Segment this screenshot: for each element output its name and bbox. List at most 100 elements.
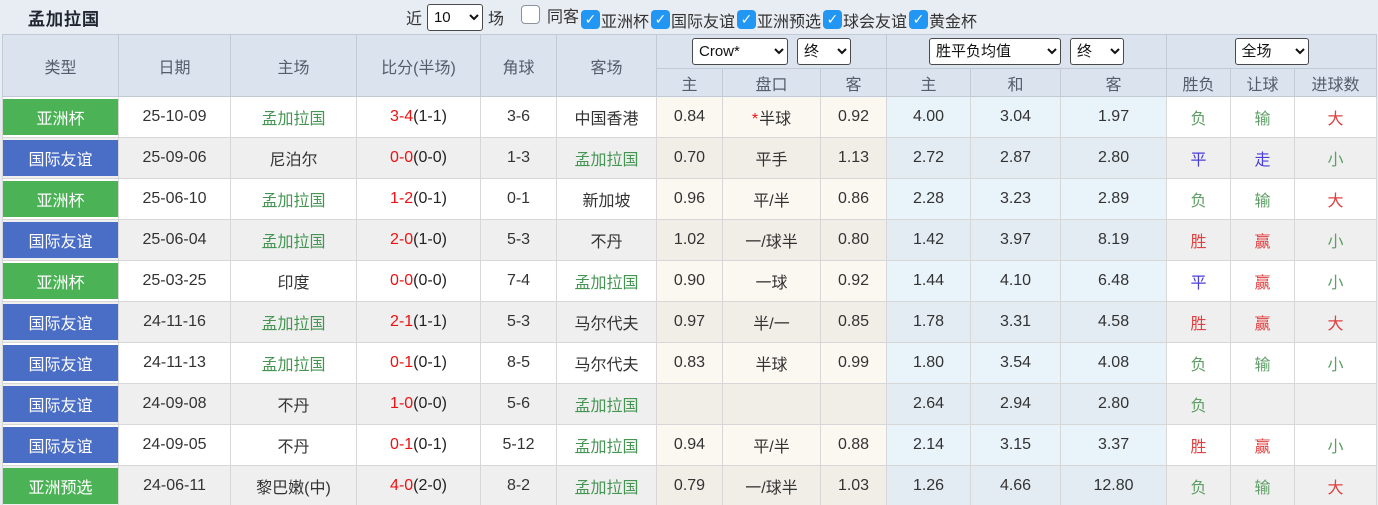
cell-corners: 8-5 — [480, 342, 557, 384]
cell-corners: 5-12 — [480, 424, 557, 466]
result-scope-select[interactable]: 全场 — [1234, 38, 1309, 65]
cell-euro-home: 4.00 — [886, 96, 972, 138]
cell-asian-away-odds: 0.85 — [819, 301, 888, 343]
cell-type: 亚洲杯 — [2, 96, 119, 138]
euro-odds-time-select[interactable]: 终 — [1070, 38, 1125, 65]
recent-count-select[interactable]: 10 — [426, 3, 483, 31]
cell-asian-home-odds: 0.96 — [656, 178, 723, 220]
fulltime-score: 0-1 — [390, 436, 414, 453]
type-badge: 国际友谊 — [3, 222, 118, 258]
fulltime-score: 0-1 — [390, 354, 414, 371]
checkbox-unchecked-icon[interactable] — [520, 5, 540, 24]
cell-asian-away-odds: 0.92 — [819, 96, 888, 138]
cell-score: 0-1(0-1) — [356, 424, 481, 466]
cell-result: 平 — [1166, 137, 1232, 179]
cell-handicap-result: 输 — [1230, 178, 1296, 220]
cell-away-team: 孟加拉国 — [556, 383, 657, 425]
page-title: 孟加拉国 — [28, 9, 100, 29]
type-badge: 国际友谊 — [3, 386, 118, 422]
cell-score: 2-1(1-1) — [356, 301, 481, 343]
cell-home-team: 不丹 — [230, 424, 357, 466]
top-bar: 孟加拉国 近 10 场 同客 ✓ 亚洲杯 ✓ 国际友谊 ✓ 亚洲预选 ✓ 球会友谊 ✓ 黄金杯 — [0, 0, 1378, 34]
cell-result: 胜 — [1166, 424, 1232, 466]
checkbox-checked-icon[interactable]: ✓ — [651, 10, 670, 29]
halftime-score: (1-1) — [413, 108, 447, 125]
cell-score: 2-0(1-0) — [356, 219, 481, 261]
cell-date: 24-09-08 — [118, 383, 231, 425]
cell-result: 负 — [1166, 96, 1232, 138]
matches-label: 场 — [487, 11, 504, 28]
cell-euro-home: 2.72 — [886, 137, 972, 179]
cell-euro-away: 2.80 — [1060, 383, 1168, 425]
halftime-score: (2-0) — [413, 477, 447, 494]
cell-home-team: 孟加拉国 — [230, 301, 357, 343]
filter-checkbox-亚洲杯[interactable]: ✓ 亚洲杯 — [580, 8, 649, 32]
cell-home-team: 孟加拉国 — [230, 342, 357, 384]
match-row: 亚洲杯 25-03-25 印度 0-0(0-0) 7-4 孟加拉国 0.90 一球 0.92 1.… — [2, 260, 1378, 302]
filter-checkbox-国际友谊[interactable]: ✓ 国际友谊 — [651, 8, 735, 32]
filter-checkbox-同客[interactable]: 同客 — [520, 3, 579, 27]
cell-euro-home: 1.78 — [886, 301, 972, 343]
cell-goals-result: 大 — [1294, 465, 1378, 505]
filter-checkbox-亚洲预选[interactable]: ✓ 亚洲预选 — [737, 8, 821, 32]
filter-checkbox-黄金杯[interactable]: ✓ 黄金杯 — [909, 8, 977, 32]
cell-home-team: 黎巴嫩(中) — [230, 465, 357, 505]
fulltime-score: 4-0 — [390, 477, 414, 494]
cell-euro-draw: 3.97 — [970, 219, 1062, 261]
recent-label: 近 — [405, 11, 422, 28]
filter-checkbox-label: 黄金杯 — [929, 13, 978, 31]
cell-type: 国际友谊 — [2, 383, 119, 425]
cell-score: 0-0(0-0) — [356, 137, 481, 179]
type-badge: 亚洲预选 — [3, 468, 118, 504]
cell-handicap-result: 赢 — [1230, 424, 1296, 466]
odds-company-select[interactable]: Crow* — [692, 38, 788, 65]
cell-home-team: 孟加拉国 — [230, 178, 357, 220]
cell-date: 24-11-13 — [118, 342, 231, 384]
filter-checkbox-label: 国际友谊 — [671, 13, 736, 31]
live-odds-star-icon: * — [751, 111, 759, 128]
filter-checkbox-label: 同客 — [546, 8, 579, 26]
cell-date: 25-06-04 — [118, 219, 231, 261]
cell-handicap: 平/半 — [722, 178, 821, 220]
match-row: 国际友谊 24-09-08 不丹 1-0(0-0) 5-6 孟加拉国 2.64 2.94 2.8… — [2, 383, 1378, 425]
cell-away-team: 马尔代夫 — [556, 342, 657, 384]
euro-odds-type-select[interactable]: 胜平负均值 — [929, 38, 1062, 65]
halftime-score: (1-1) — [413, 313, 447, 330]
cell-type: 国际友谊 — [2, 301, 119, 343]
cell-euro-away: 4.58 — [1060, 301, 1168, 343]
checkbox-checked-icon[interactable]: ✓ — [737, 10, 757, 29]
cell-score: 3-4(1-1) — [356, 96, 481, 138]
cell-type: 国际友谊 — [2, 219, 119, 261]
cell-away-team: 孟加拉国 — [556, 465, 657, 505]
cell-euro-away: 6.48 — [1060, 260, 1168, 302]
cell-handicap: 半/一 — [722, 301, 821, 343]
cell-score: 4-0(2-0) — [356, 465, 481, 505]
subcol-asian-home: 主 — [656, 68, 723, 97]
checkbox-checked-icon[interactable]: ✓ — [823, 10, 843, 29]
cell-euro-draw: 4.66 — [970, 465, 1062, 505]
checkbox-checked-icon[interactable]: ✓ — [580, 10, 600, 29]
cell-goals-result: 小 — [1294, 342, 1378, 384]
cell-corners: 5-6 — [480, 383, 557, 425]
cell-score: 1-2(0-1) — [356, 178, 481, 220]
cell-asian-home-odds: 0.70 — [656, 137, 723, 179]
cell-handicap: 平手 — [722, 137, 821, 179]
cell-corners: 3-6 — [480, 96, 557, 138]
filter-checkbox-球会友谊[interactable]: ✓ 球会友谊 — [823, 8, 907, 32]
cell-asian-home-odds — [656, 383, 723, 425]
cell-type: 国际友谊 — [2, 342, 119, 384]
checkbox-checked-icon[interactable]: ✓ — [909, 10, 929, 29]
type-badge: 亚洲杯 — [3, 99, 118, 135]
cell-corners: 8-2 — [480, 465, 557, 505]
subcol-euro-home: 主 — [886, 68, 972, 97]
cell-handicap: *半球 — [722, 96, 821, 138]
cell-euro-draw: 3.54 — [970, 342, 1062, 384]
asian-odds-time-select[interactable]: 终 — [797, 38, 851, 65]
cell-result: 负 — [1166, 178, 1232, 220]
type-badge: 国际友谊 — [3, 427, 118, 463]
result-header-cell: 全场 — [1166, 34, 1378, 69]
match-row: 国际友谊 25-09-06 尼泊尔 0-0(0-0) 1-3 孟加拉国 0.70 平手 1.13… — [2, 137, 1378, 179]
match-row: 亚洲杯 25-10-09 孟加拉国 3-4(1-1) 3-6 中国香港 0.84 *半球 0.9… — [2, 96, 1378, 138]
cell-euro-home: 1.26 — [886, 465, 972, 505]
cell-away-team: 不丹 — [556, 219, 657, 261]
